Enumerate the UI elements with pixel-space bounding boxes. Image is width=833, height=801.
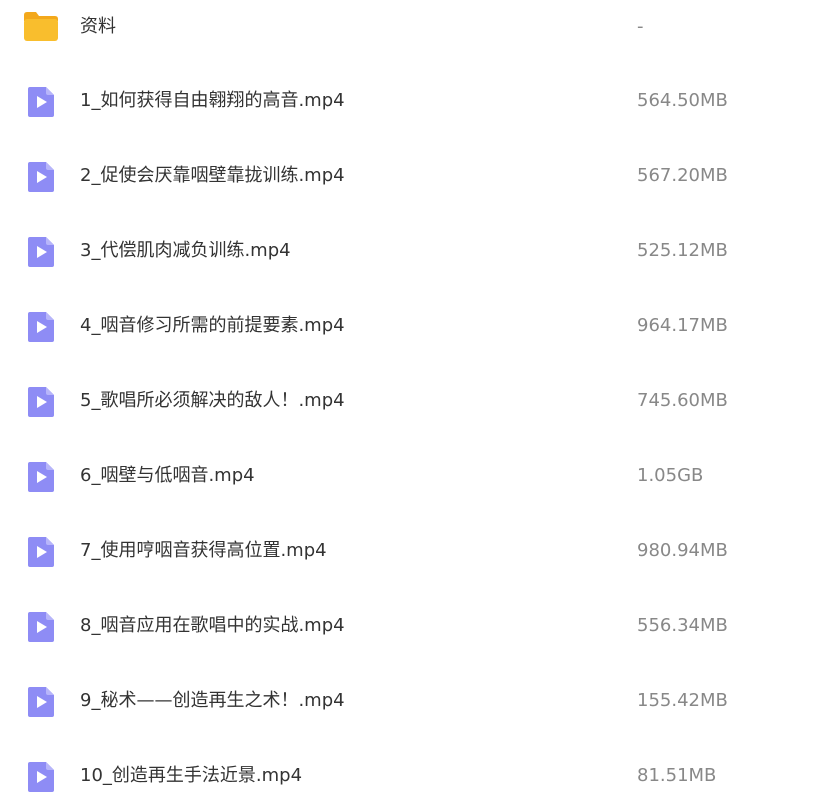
file-name: 5_歌唱所必须解决的敌人！.mp4 <box>80 390 345 411</box>
video-file-row[interactable]: 8_咽音应用在歌唱中的实战.mp4 556.34MB <box>0 588 833 663</box>
file-list: 资料 - 1_如何获得自由翱翔的高音.mp4 564.50MB 2_促使会厌靠咽… <box>0 0 833 801</box>
file-name: 2_促使会厌靠咽壁靠拢训练.mp4 <box>80 165 345 186</box>
file-size: - <box>637 16 644 37</box>
file-size: 81.51MB <box>637 765 717 786</box>
file-size: 556.34MB <box>637 615 728 636</box>
file-size: 567.20MB <box>637 165 728 186</box>
file-name: 6_咽壁与低咽音.mp4 <box>80 465 255 486</box>
video-file-icon <box>24 685 58 719</box>
file-name: 9_秘术——创造再生之术！.mp4 <box>80 690 345 711</box>
video-file-icon <box>24 235 58 269</box>
video-file-icon <box>24 310 58 344</box>
video-file-row[interactable]: 6_咽壁与低咽音.mp4 1.05GB <box>0 438 833 513</box>
file-name: 4_咽音修习所需的前提要素.mp4 <box>80 315 345 336</box>
video-file-icon <box>24 610 58 644</box>
file-name: 3_代偿肌肉减负训练.mp4 <box>80 240 291 261</box>
file-size: 155.42MB <box>637 690 728 711</box>
file-size: 980.94MB <box>637 540 728 561</box>
folder-icon <box>22 10 60 42</box>
file-name: 10_创造再生手法近景.mp4 <box>80 765 303 786</box>
file-size: 564.50MB <box>637 90 728 111</box>
file-size: 964.17MB <box>637 315 728 336</box>
video-file-row[interactable]: 3_代偿肌肉减负训练.mp4 525.12MB <box>0 213 833 288</box>
video-file-row[interactable]: 4_咽音修习所需的前提要素.mp4 964.17MB <box>0 288 833 363</box>
folder-row-resources[interactable]: 资料 - <box>0 0 833 65</box>
file-size: 745.60MB <box>637 390 728 411</box>
video-file-icon <box>24 385 58 419</box>
file-name: 8_咽音应用在歌唱中的实战.mp4 <box>80 615 345 636</box>
video-file-icon <box>24 85 58 119</box>
video-file-row[interactable]: 10_创造再生手法近景.mp4 81.51MB <box>0 726 833 801</box>
file-name: 资料 <box>80 16 116 37</box>
video-file-row[interactable]: 2_促使会厌靠咽壁靠拢训练.mp4 567.20MB <box>0 138 833 213</box>
video-file-row[interactable]: 1_如何获得自由翱翔的高音.mp4 564.50MB <box>0 63 833 138</box>
file-size: 525.12MB <box>637 240 728 261</box>
video-file-row[interactable]: 5_歌唱所必须解决的敌人！.mp4 745.60MB <box>0 363 833 438</box>
video-file-row[interactable]: 7_使用哼咽音获得高位置.mp4 980.94MB <box>0 513 833 588</box>
video-file-icon <box>24 460 58 494</box>
file-name: 1_如何获得自由翱翔的高音.mp4 <box>80 90 345 111</box>
video-file-icon <box>24 160 58 194</box>
file-size: 1.05GB <box>637 465 704 486</box>
video-file-icon <box>24 760 58 794</box>
video-file-icon <box>24 535 58 569</box>
file-name: 7_使用哼咽音获得高位置.mp4 <box>80 540 327 561</box>
